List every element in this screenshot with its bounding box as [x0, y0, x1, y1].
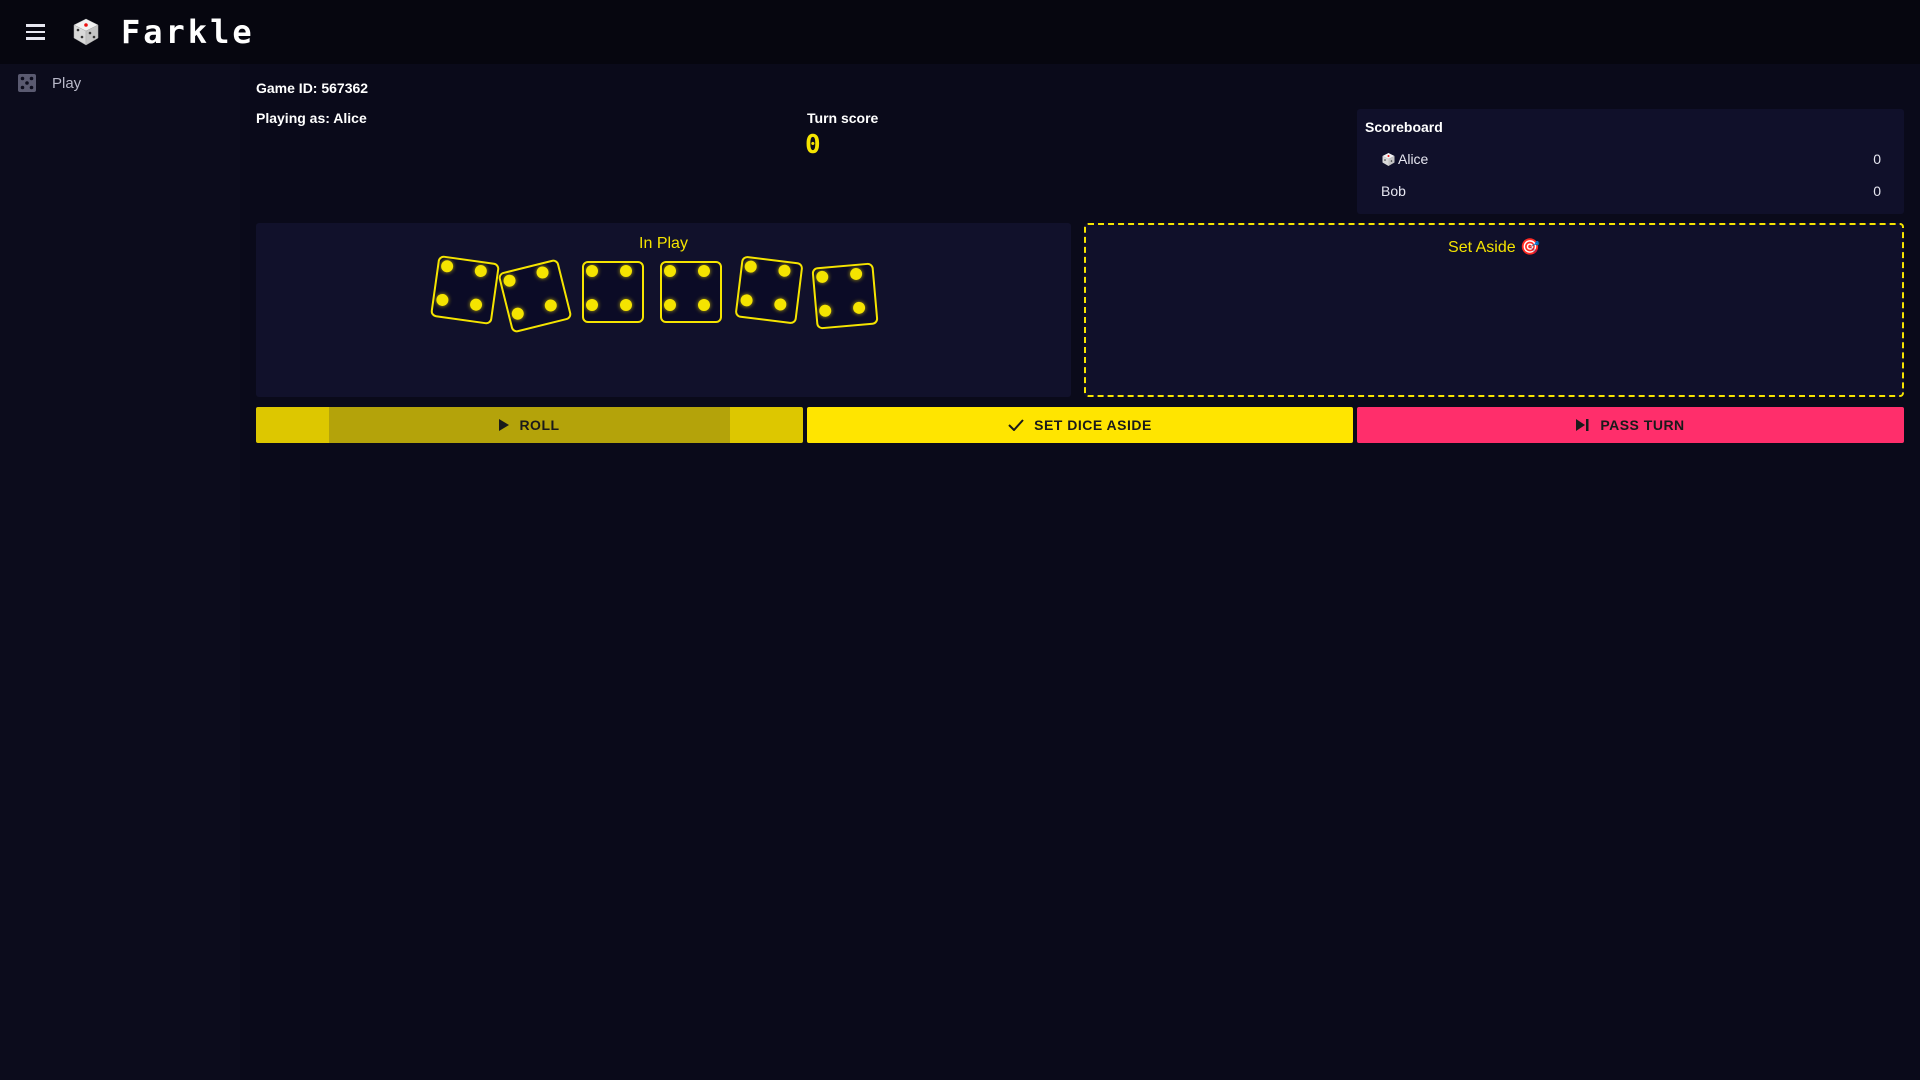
skip-next-icon [1576, 419, 1589, 431]
die[interactable] [497, 258, 573, 334]
die-pip [469, 297, 483, 312]
die-pip [620, 299, 632, 311]
player-score: 0 [1873, 183, 1881, 199]
roll-label: ROLL [519, 417, 560, 433]
die-pip [744, 259, 758, 274]
die-pip [586, 265, 598, 277]
die-pip [620, 265, 632, 277]
die-pip [818, 304, 832, 318]
player-score: 0 [1873, 151, 1881, 167]
app-bar: Farkle [0, 0, 1920, 64]
die[interactable] [429, 254, 501, 326]
check-icon [1008, 419, 1024, 431]
die[interactable] [660, 261, 722, 323]
die-pip [698, 265, 710, 277]
die-pip [777, 264, 792, 278]
set-aside-title: Set Aside 🎯 [1448, 239, 1540, 256]
set-dice-aside-label: SET DICE ASIDE [1034, 417, 1152, 433]
dice-logo-icon [73, 18, 99, 46]
roll-button[interactable]: ROLL [256, 407, 803, 443]
die[interactable] [734, 255, 804, 325]
sidebar-item-play[interactable]: Play [0, 64, 240, 102]
die-pip [773, 297, 788, 312]
dice-grid-icon [18, 74, 36, 92]
die[interactable] [582, 261, 644, 323]
dice-icon [1382, 152, 1395, 166]
player-name: Bob [1381, 183, 1406, 199]
die-pip [739, 293, 754, 308]
die-pip [664, 299, 676, 311]
pass-turn-label: PASS TURN [1600, 417, 1685, 433]
die-pip [543, 298, 559, 313]
scoreboard-row: Alice 0 [1381, 148, 1881, 170]
die-pip [852, 301, 866, 315]
scoreboard-row: Bob 0 [1381, 180, 1881, 202]
player-name: Alice [1398, 151, 1429, 167]
scoreboard: Scoreboard Alice 0 Bob 0 [1357, 109, 1904, 214]
pass-turn-button[interactable]: PASS TURN [1357, 407, 1904, 443]
turn-score-label: Turn score [807, 110, 879, 126]
play-icon [499, 419, 510, 431]
scoreboard-title: Scoreboard [1365, 119, 1443, 135]
main-content [240, 64, 1920, 1080]
sidebar-item-label: Play [52, 74, 82, 92]
set-aside-area[interactable]: Set Aside 🎯 [1084, 223, 1904, 397]
in-play-title: In Play [639, 235, 688, 252]
dice-row [429, 254, 894, 369]
die-pip [586, 299, 598, 311]
die-pip [510, 306, 526, 321]
hamburger-menu-icon[interactable] [17, 14, 53, 50]
die-pip [698, 299, 710, 311]
sidebar: Play [0, 64, 240, 1080]
die-pip [502, 273, 517, 288]
app-title: Farkle [121, 13, 255, 51]
in-play-area: In Play [256, 223, 1071, 397]
set-dice-aside-button[interactable]: SET DICE ASIDE [807, 407, 1353, 443]
die[interactable] [811, 262, 879, 330]
die-pip [474, 264, 488, 278]
die-pip [535, 265, 550, 280]
die-pip [435, 293, 450, 307]
turn-score-value: 0 [805, 130, 821, 160]
game-id: Game ID: 567362 [256, 80, 369, 96]
die-pip [815, 270, 829, 284]
die-pip [440, 259, 454, 274]
playing-as: Playing as: Alice [256, 110, 367, 126]
die-pip [664, 265, 676, 277]
die-pip [849, 267, 863, 281]
